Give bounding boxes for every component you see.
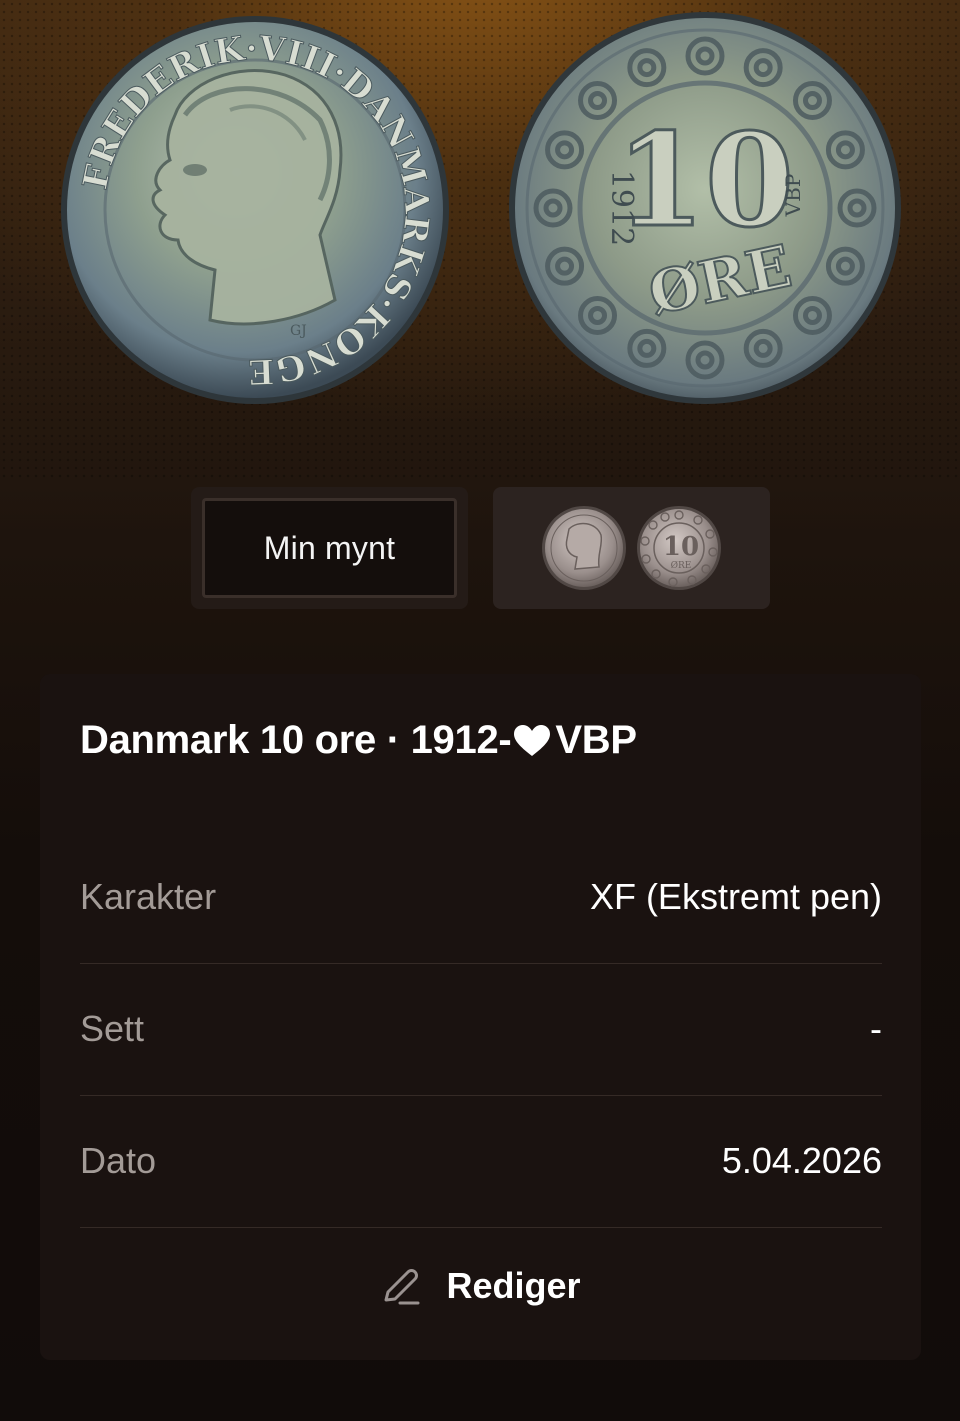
- catalog-coin-image: 10 ØRE: [542, 506, 721, 590]
- edit-button[interactable]: Rediger: [40, 1264, 921, 1308]
- detail-label: Sett: [80, 1008, 145, 1049]
- coin-photo-graphic: FREDERIK·VIII·DANMARKS·KONGE GJ 10 ØRE 1…: [61, 12, 901, 404]
- detail-row-grade: Karakter XF (Ekstremt pen): [80, 831, 882, 964]
- detail-value: 5.04.2026: [721, 1140, 882, 1181]
- detail-value: -: [870, 1008, 882, 1049]
- coin-title-mintmark: VBP: [555, 718, 637, 762]
- pencil-icon: [384, 1269, 420, 1305]
- svg-text:10: 10: [616, 106, 794, 256]
- thumbnail-my-coin-label: Min mynt: [202, 498, 457, 598]
- thumbnail-my-coin[interactable]: Min mynt: [191, 487, 468, 609]
- svg-text:1912: 1912: [604, 170, 639, 246]
- detail-row-date: Dato 5.04.2026: [80, 1095, 882, 1228]
- coin-photo[interactable]: FREDERIK·VIII·DANMARKS·KONGE GJ 10 ØRE 1…: [0, 0, 960, 440]
- coin-obverse: FREDERIK·VIII·DANMARKS·KONGE GJ: [61, 16, 449, 404]
- coin-reverse: 10 ØRE 1912 VBP: [509, 12, 901, 404]
- svg-text:10: 10: [663, 532, 699, 562]
- svg-text:VBP: VBP: [781, 174, 805, 218]
- detail-value: XF (Ekstremt pen): [589, 876, 882, 917]
- coin-details-card: Danmark 10 ore · 1912- VBP Karakter XF (…: [40, 674, 921, 1360]
- svg-text:ØRE: ØRE: [671, 560, 692, 571]
- coin-title: Danmark 10 ore · 1912- VBP: [80, 718, 637, 763]
- edit-button-label: Rediger: [446, 1265, 581, 1306]
- coin-title-text: Danmark 10 ore · 1912-: [80, 718, 512, 762]
- photo-thumbnails: Min mynt 10 ØRE: [191, 487, 771, 609]
- detail-label: Karakter: [80, 876, 217, 917]
- svg-text:GJ: GJ: [290, 323, 307, 339]
- thumbnail-catalog-coin[interactable]: 10 ØRE: [493, 487, 770, 609]
- detail-row-set: Sett -: [80, 963, 882, 1096]
- detail-label: Dato: [80, 1140, 157, 1181]
- heart-icon: [514, 724, 551, 756]
